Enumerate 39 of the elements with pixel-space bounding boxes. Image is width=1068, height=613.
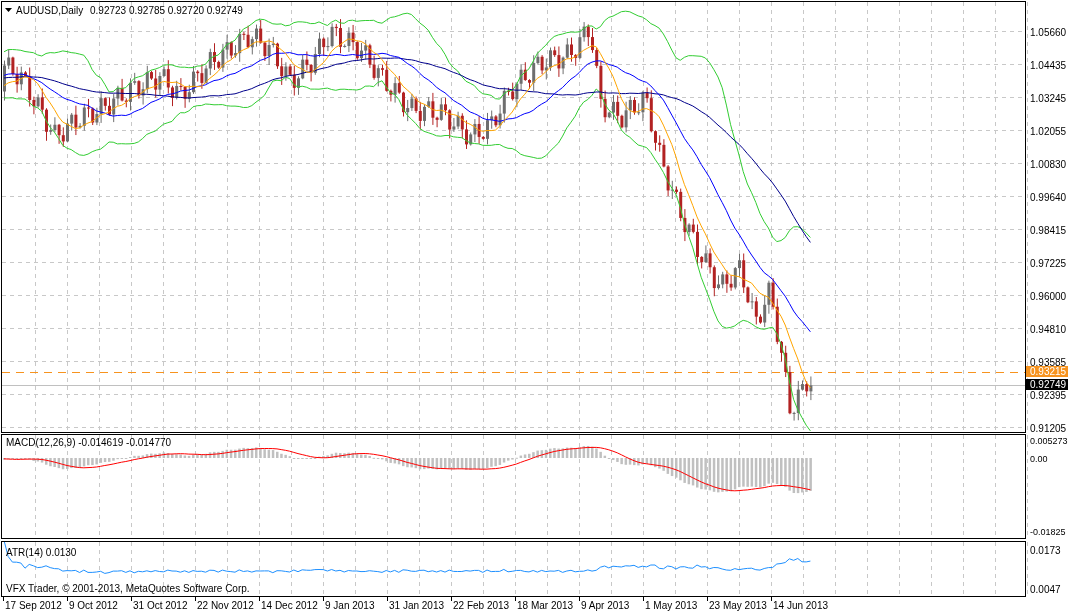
date-axis-label: 31 Jan 2013 <box>389 600 445 611</box>
date-axis-label: 23 May 2013 <box>709 600 767 611</box>
price-tag: 0.93215 <box>1026 366 1068 377</box>
date-axis-label: 9 Apr 2013 <box>581 600 630 611</box>
date-axis-label: 22 Nov 2012 <box>197 600 254 611</box>
atr-axis-label: 0.0173 <box>1030 545 1061 556</box>
price-axis-label: 1.05660 <box>1030 27 1067 38</box>
date-axis-label: 31 Oct 2012 <box>133 600 188 611</box>
date-axis-label: 14 Jun 2013 <box>773 600 829 611</box>
price-axis-label: 0.94810 <box>1030 324 1067 335</box>
copyright-text: VFX Trader, © 2001-2013, MetaQuotes Software Corp. <box>6 583 250 594</box>
symbol-title: AUDUSD,Daily <box>16 5 84 16</box>
macd-axis-label: -0.01825 <box>1030 527 1066 537</box>
atr-label: ATR(14) 0.0130 <box>6 547 77 558</box>
price-axis-label: 1.04435 <box>1030 60 1067 71</box>
price-axis-label: 0.98415 <box>1030 225 1067 236</box>
ohlc-values: 0.92723 0.92785 0.92720 0.92749 <box>90 5 243 16</box>
price-axis-label: 1.02055 <box>1030 126 1067 137</box>
price-axis-label: 0.96000 <box>1030 291 1067 302</box>
price-axis-label: 0.99640 <box>1030 192 1067 203</box>
date-axis-label: 17 Sep 2012 <box>5 600 62 611</box>
price-axis-label: 0.92395 <box>1030 390 1067 401</box>
macd-axis-label: 0.005273 <box>1030 436 1068 446</box>
price-axis-label: 1.03245 <box>1030 93 1067 104</box>
date-axis-label: 18 Mar 2013 <box>517 600 574 611</box>
macd-label: MACD(12,26,9) -0.014619 -0.014770 <box>6 437 172 448</box>
date-axis-label: 14 Dec 2012 <box>261 600 318 611</box>
price-tag: 0.92749 <box>1026 379 1068 390</box>
date-axis-label: 1 May 2013 <box>645 600 698 611</box>
atr-axis-label: 0.0047 <box>1030 584 1061 595</box>
price-axis-label: 1.00830 <box>1030 159 1067 170</box>
price-axis-label: 0.97225 <box>1030 258 1067 269</box>
date-axis-label: 9 Oct 2012 <box>69 600 118 611</box>
price-axis-label: 0.91205 <box>1030 423 1067 434</box>
price-axis-label: 0.93585 <box>1030 357 1067 368</box>
macd-axis-label: 0.00 <box>1030 454 1048 464</box>
date-axis-label: 22 Feb 2013 <box>453 600 510 611</box>
caret-icon[interactable] <box>5 8 12 12</box>
date-axis-label: 9 Jan 2013 <box>325 600 375 611</box>
